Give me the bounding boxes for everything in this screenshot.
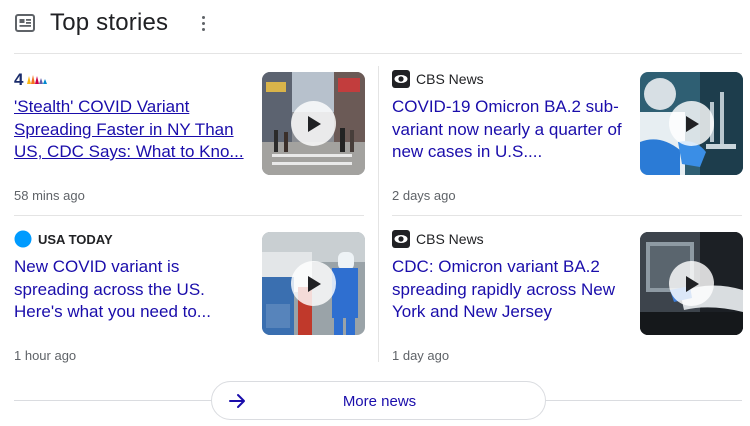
divider bbox=[14, 215, 364, 216]
story-time: 58 mins ago bbox=[14, 188, 85, 203]
more-news-label: More news bbox=[342, 393, 417, 410]
story-card[interactable]: USA TODAY New COVID variant is spreading… bbox=[14, 230, 365, 370]
more-vert-icon[interactable] bbox=[196, 12, 210, 34]
story-headline[interactable]: 'Stealth' COVID Variant Spreading Faster… bbox=[14, 96, 254, 164]
story-headline[interactable]: COVID-19 Omicron BA.2 sub-variant now ne… bbox=[392, 96, 632, 164]
section-title: Top stories bbox=[50, 9, 169, 36]
story-source-name: USA TODAY bbox=[38, 231, 113, 247]
story-time: 1 day ago bbox=[392, 348, 450, 363]
story-card[interactable]: CBS News COVID-19 Omicron BA.2 sub-varia… bbox=[392, 70, 743, 210]
story-source: CBS News bbox=[392, 70, 484, 88]
story-time: 2 days ago bbox=[392, 188, 456, 203]
story-thumbnail[interactable] bbox=[640, 232, 743, 335]
story-source: 4 bbox=[14, 70, 56, 89]
story-source-name: CBS News bbox=[416, 231, 484, 247]
top-stories-header: Top stories bbox=[14, 6, 734, 40]
story-thumbnail[interactable] bbox=[262, 232, 365, 335]
story-thumbnail[interactable] bbox=[640, 72, 743, 175]
play-video-icon[interactable] bbox=[669, 261, 714, 306]
play-video-icon[interactable] bbox=[291, 101, 336, 146]
story-card[interactable]: CBS News CDC: Omicron variant BA.2 sprea… bbox=[392, 230, 743, 370]
story-headline[interactable]: CDC: Omicron variant BA.2 spreading rapi… bbox=[392, 256, 632, 324]
divider bbox=[546, 400, 742, 401]
story-card[interactable]: 4 'Stealth' COVID Variant Spreading Fast… bbox=[14, 70, 365, 210]
cbs-eye-logo bbox=[392, 70, 410, 88]
story-time: 1 hour ago bbox=[14, 348, 77, 363]
play-video-icon[interactable] bbox=[669, 101, 714, 146]
story-headline[interactable]: New COVID variant is spreading across th… bbox=[14, 256, 254, 324]
column-divider bbox=[378, 66, 379, 362]
divider bbox=[14, 400, 211, 401]
story-thumbnail[interactable] bbox=[262, 72, 365, 175]
divider bbox=[392, 215, 742, 216]
more-news-button[interactable]: More news bbox=[211, 381, 546, 420]
divider bbox=[14, 53, 742, 54]
story-source: CBS News bbox=[392, 230, 484, 248]
story-source: USA TODAY bbox=[14, 230, 113, 248]
story-source-name: CBS News bbox=[416, 71, 484, 87]
play-video-icon[interactable] bbox=[291, 261, 336, 306]
usa-today-dot-logo bbox=[14, 230, 32, 248]
cbs-eye-logo bbox=[392, 230, 410, 248]
newspaper-icon bbox=[14, 12, 36, 34]
svg-text:4: 4 bbox=[14, 70, 24, 88]
nbc-peacock-logo: 4 bbox=[14, 70, 50, 89]
